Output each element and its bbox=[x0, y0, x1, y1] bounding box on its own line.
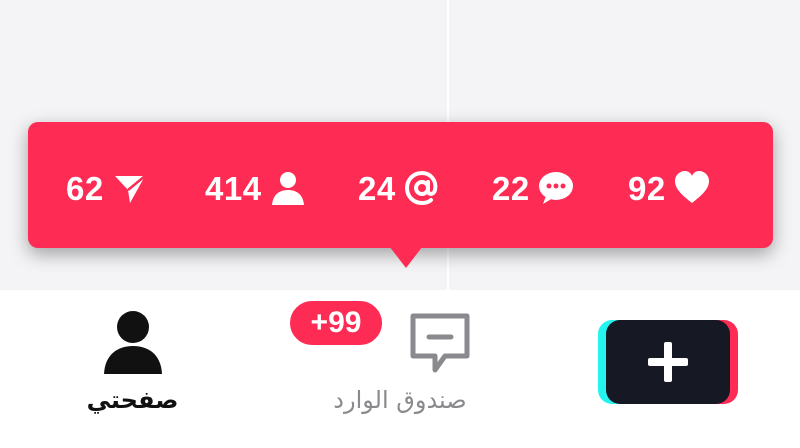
send-arrow-icon bbox=[112, 170, 148, 206]
inbox-message-icon bbox=[407, 310, 473, 376]
mentions-count: 24 bbox=[358, 169, 396, 207]
likes-count: 92 bbox=[628, 169, 666, 207]
tiktok-screen: 62 414 24 22 92 صفحتي صندوق الوارد +99 bbox=[0, 0, 800, 448]
plus-icon bbox=[645, 339, 691, 385]
nav-label-me: صفحتي bbox=[86, 386, 179, 414]
bubble-pointer bbox=[386, 242, 426, 268]
heart-icon bbox=[674, 170, 710, 206]
stat-likes: 92 bbox=[628, 163, 710, 213]
person-icon bbox=[102, 310, 164, 376]
stat-shares: 62 bbox=[66, 163, 148, 213]
inbox-unread-badge: +99 bbox=[287, 298, 385, 348]
followers-count: 414 bbox=[205, 169, 262, 207]
at-sign-icon bbox=[404, 170, 440, 206]
nav-label-inbox: صندوق الوارد bbox=[333, 386, 467, 414]
stat-mentions: 24 bbox=[358, 163, 440, 213]
stat-comments: 22 bbox=[492, 163, 574, 213]
person-icon bbox=[270, 170, 306, 206]
comments-count: 22 bbox=[492, 169, 530, 207]
create-button-face bbox=[606, 320, 730, 404]
shares-count: 62 bbox=[66, 169, 104, 207]
create-video-button[interactable] bbox=[598, 320, 738, 404]
nav-item-me[interactable]: صفحتي bbox=[60, 310, 205, 415]
stat-followers: 414 bbox=[205, 163, 306, 213]
comment-bubble-icon bbox=[538, 170, 574, 206]
